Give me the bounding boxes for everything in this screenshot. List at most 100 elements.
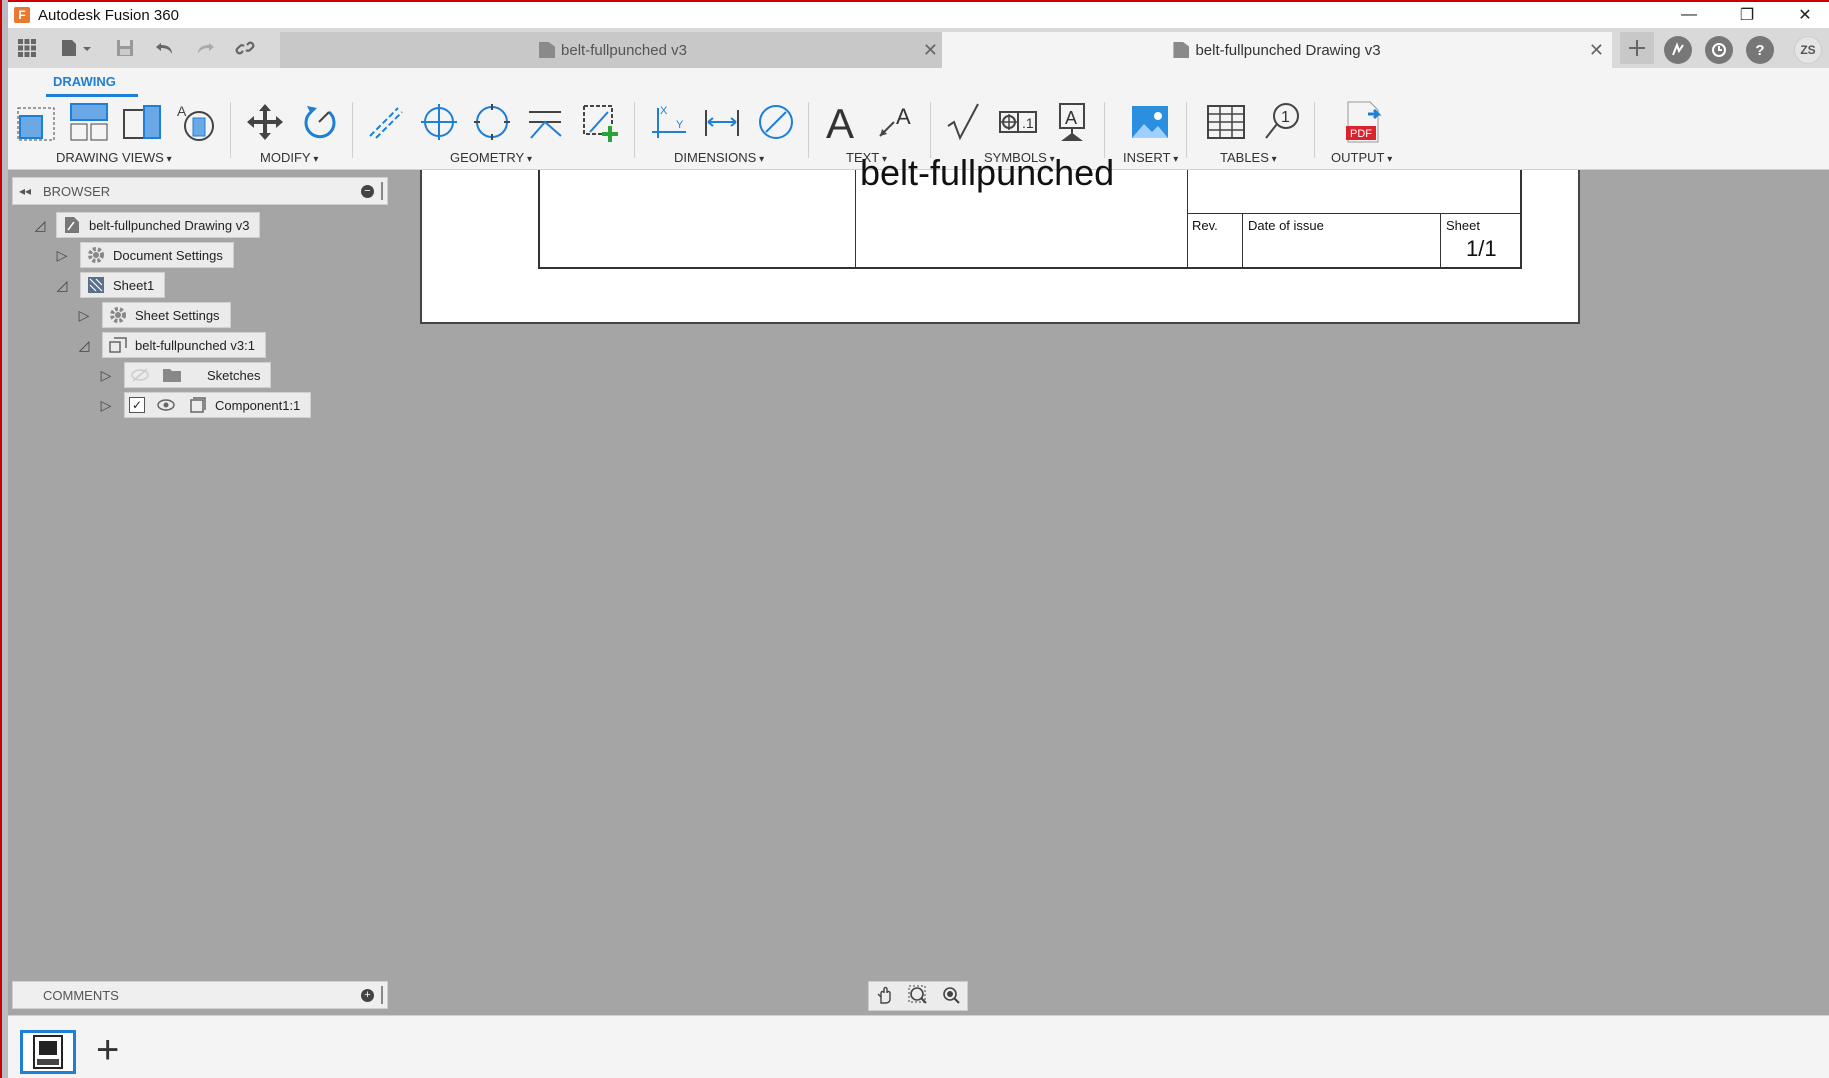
tree-item-document-settings[interactable]: Document Settings — [80, 242, 234, 268]
center-mark-icon[interactable] — [417, 100, 461, 144]
pdf-output-icon[interactable]: PDF — [1342, 100, 1386, 144]
tree-expand-icon[interactable]: ▷ — [54, 246, 70, 264]
tree-collapse-icon[interactable]: ◿ — [54, 276, 70, 294]
comments-panel-header[interactable]: COMMENTS + — [12, 981, 388, 1009]
ribbon-separator — [808, 102, 809, 158]
leader-text-icon[interactable]: A — [874, 100, 918, 144]
tab-belt-drawing[interactable]: belt-fullpunched Drawing v3 ✕ — [942, 32, 1612, 68]
notifications-clock-icon[interactable] — [1705, 36, 1733, 64]
base-view-icon[interactable] — [14, 100, 58, 144]
restore-button[interactable]: ❐ — [1718, 2, 1776, 28]
ribbon-separator — [634, 102, 635, 158]
pan-hand-icon[interactable] — [875, 985, 895, 1008]
collapse-browser-icon[interactable]: ◂◂ — [19, 184, 31, 198]
ordinate-dimension-icon[interactable]: XY — [646, 100, 690, 144]
rotate-icon[interactable] — [297, 100, 341, 144]
svg-text:X: X — [660, 105, 668, 117]
datum-identifier-icon[interactable]: A — [1050, 100, 1094, 144]
title-block-divider — [855, 170, 856, 268]
tree-item-component1[interactable]: ✓ Component1:1 — [124, 392, 312, 418]
balloon-icon[interactable]: 1 — [1260, 100, 1304, 144]
tree-collapse-icon[interactable]: ◿ — [76, 336, 92, 354]
sheet-thumbnail[interactable] — [20, 1030, 76, 1074]
tree-expand-icon[interactable]: ▷ — [98, 366, 114, 384]
tab-label: belt-fullpunched v3 — [561, 41, 687, 59]
panel-grip-icon[interactable] — [381, 182, 383, 200]
feature-control-frame-icon[interactable]: .1 — [996, 100, 1040, 144]
tree-collapse-icon[interactable]: ◿ — [32, 216, 48, 234]
view-icon — [107, 335, 129, 355]
undo-icon[interactable] — [152, 36, 178, 60]
folder-icon — [161, 365, 183, 385]
linear-dimension-icon[interactable] — [700, 100, 744, 144]
browser-panel-header[interactable]: ◂◂ BROWSER − — [12, 177, 388, 205]
group-label-drawing-views[interactable]: DRAWING VIEWS — [56, 150, 172, 165]
close-icon[interactable]: ✕ — [923, 40, 938, 61]
group-label-output[interactable]: OUTPUT — [1331, 150, 1392, 165]
fusion-logo-icon: F — [14, 7, 30, 23]
tree-expand-icon[interactable]: ▷ — [76, 306, 92, 324]
sheet-number: 1/1 — [1466, 236, 1497, 261]
data-panel-grid-icon[interactable] — [14, 36, 40, 60]
job-status-icon[interactable] — [1664, 36, 1692, 64]
zoom-window-icon[interactable] — [908, 985, 928, 1008]
text-icon[interactable]: A — [820, 100, 864, 144]
tree-item-sheet1[interactable]: Sheet1 — [80, 272, 166, 298]
sheet-icon — [85, 275, 107, 295]
component-icon — [187, 395, 209, 415]
file-menu-icon[interactable] — [56, 36, 96, 60]
drawing-canvas[interactable]: belt-fullpunched Rev. Date of issue Shee… — [8, 152, 1829, 1015]
diameter-dimension-icon[interactable] — [754, 100, 798, 144]
table-icon[interactable] — [1204, 100, 1248, 144]
tab-belt-model[interactable]: belt-fullpunched v3 ✕ — [280, 32, 946, 68]
save-icon[interactable] — [112, 36, 138, 60]
surface-texture-icon[interactable] — [942, 100, 986, 144]
tree-item-label: Sketches — [207, 367, 261, 383]
projected-view-icon[interactable] — [67, 100, 111, 144]
close-icon[interactable]: ✕ — [1589, 40, 1604, 61]
svg-text:A: A — [826, 102, 854, 142]
tree-item-drawing[interactable]: belt-fullpunched Drawing v3 — [56, 212, 261, 238]
drawing-doc-icon — [61, 215, 83, 235]
panel-grip-icon[interactable] — [381, 986, 383, 1004]
centerline-icon[interactable] — [364, 100, 408, 144]
part-name-text: belt-fullpunched — [860, 152, 1115, 193]
tab-drawing[interactable]: DRAWING — [53, 74, 116, 89]
new-tab-plus-icon[interactable] — [1620, 32, 1654, 64]
plus-circle-icon[interactable]: + — [361, 989, 374, 1002]
tree-expand-icon[interactable]: ▷ — [98, 396, 114, 414]
add-geometry-icon[interactable] — [578, 100, 622, 144]
link-icon[interactable] — [232, 36, 258, 60]
edge-extension-icon[interactable] — [523, 100, 567, 144]
group-label-insert[interactable]: INSERT — [1123, 150, 1178, 165]
window-title: Autodesk Fusion 360 — [38, 6, 179, 24]
title-block-left-border — [538, 170, 540, 269]
checkbox-checked-icon[interactable]: ✓ — [129, 397, 145, 413]
tree-item-sketches[interactable]: Sketches — [124, 362, 272, 388]
help-icon[interactable]: ? — [1746, 36, 1774, 64]
tree-item-sheet-settings[interactable]: Sheet Settings — [102, 302, 231, 328]
move-icon[interactable] — [243, 100, 287, 144]
minus-circle-icon[interactable]: − — [361, 185, 374, 198]
zoom-icon[interactable] — [941, 985, 961, 1008]
group-label-geometry[interactable]: GEOMETRY — [450, 150, 532, 165]
title-block-bottom-border — [538, 267, 1522, 269]
close-window-button[interactable]: ✕ — [1776, 2, 1829, 28]
ribbon-separator — [930, 102, 931, 158]
hidden-eye-icon[interactable] — [129, 365, 151, 385]
center-mark-pattern-icon[interactable] — [470, 100, 514, 144]
tree-item-view[interactable]: belt-fullpunched v3:1 — [102, 332, 266, 358]
insert-image-icon[interactable] — [1128, 100, 1172, 144]
add-sheet-plus-icon[interactable]: + — [96, 1030, 119, 1070]
redo-icon[interactable] — [192, 36, 218, 60]
group-label-modify[interactable]: MODIFY — [260, 150, 318, 165]
svg-text:Y: Y — [676, 119, 684, 131]
detail-view-icon[interactable]: A — [173, 100, 217, 144]
group-label-dimensions[interactable]: DIMENSIONS — [674, 150, 764, 165]
eye-icon[interactable] — [155, 395, 177, 415]
group-label-tables[interactable]: TABLES — [1220, 150, 1277, 165]
pdf-label: PDF — [1350, 128, 1372, 140]
user-avatar[interactable]: ZS — [1794, 36, 1822, 64]
section-view-icon[interactable] — [120, 100, 164, 144]
minimize-button[interactable]: — — [1660, 2, 1718, 28]
